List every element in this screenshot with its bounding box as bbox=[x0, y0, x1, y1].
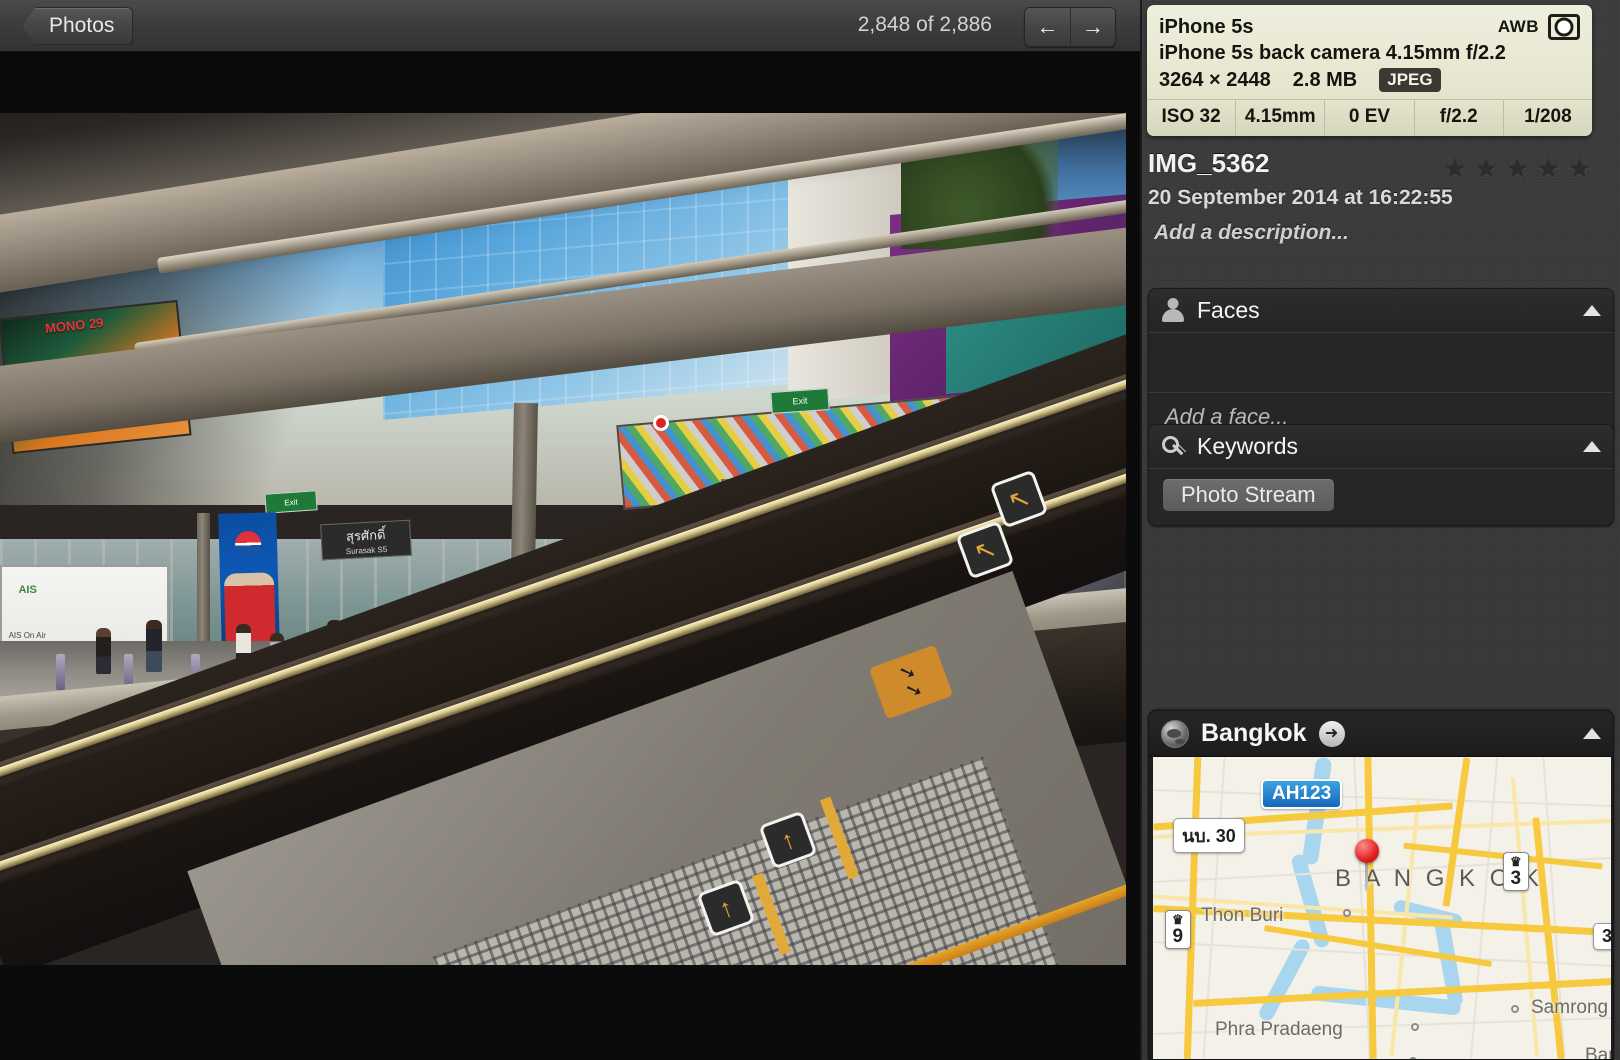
map-label-bang: Bang bbox=[1585, 1045, 1611, 1060]
keywords-disclosure-triangle-icon[interactable] bbox=[1583, 441, 1601, 452]
photo-station-name-sign: สุรศักดิ์ Surasak S5 bbox=[320, 519, 412, 561]
map-poi-phra-pradaeng bbox=[1411, 1023, 1419, 1031]
exif-shutter: 1/208 bbox=[1502, 100, 1592, 136]
info-inspector-panel: iPhone 5s AWB iPhone 5s back camera 4.15… bbox=[1140, 0, 1620, 1060]
map-poi-samrong bbox=[1511, 1005, 1519, 1013]
description-input[interactable]: Add a description... bbox=[1154, 221, 1616, 245]
exif-exposure: 0 EV bbox=[1324, 100, 1413, 136]
map-shield-ah123: AH123 bbox=[1261, 779, 1343, 809]
faces-panel: Faces Add a face... bbox=[1148, 288, 1614, 442]
map-shield-hwy-9: ♛ 9 bbox=[1165, 910, 1191, 949]
photo-exit-sign-text: Exit bbox=[283, 497, 298, 508]
map-shield-number-3: 3 bbox=[1510, 867, 1522, 889]
faces-panel-title: Faces bbox=[1197, 297, 1260, 323]
photo-ais-subtext: AIS On Air bbox=[8, 630, 46, 640]
faces-empty-slot[interactable] bbox=[1149, 333, 1613, 393]
map-label-phra-pradaeng: Phra Pradaeng bbox=[1215, 1019, 1343, 1040]
white-balance-label: AWB bbox=[1497, 17, 1539, 36]
photo-station-name-en: Surasak S5 bbox=[345, 544, 388, 557]
photo-exit-sign-upper: Exit bbox=[770, 387, 830, 414]
photo-date: 20 September 2014 at 16:22:55 bbox=[1148, 186, 1453, 209]
photo-person-1 bbox=[95, 628, 111, 675]
navigation-buttons: ← → bbox=[1024, 7, 1116, 47]
map-minor-road-7 bbox=[1469, 757, 1499, 1059]
keywords-panel-body: Photo Stream bbox=[1149, 469, 1613, 525]
faces-panel-header[interactable]: Faces bbox=[1149, 289, 1613, 333]
photo-pepsi-logo bbox=[234, 531, 262, 558]
photo-counter: 2,848 of 2,886 bbox=[857, 13, 992, 36]
exif-row: ISO 32 4.15mm 0 EV f/2.2 1/208 bbox=[1147, 99, 1592, 136]
next-photo-button[interactable]: → bbox=[1070, 8, 1115, 46]
camera-metadata-badge: iPhone 5s AWB iPhone 5s back camera 4.15… bbox=[1147, 5, 1592, 136]
map-canvas[interactable]: B A N G K O K Thon Buri Phra Pradaeng Sa… bbox=[1153, 757, 1611, 1060]
map-location-name: Bangkok bbox=[1201, 719, 1307, 747]
file-format-badge: JPEG bbox=[1379, 68, 1441, 92]
camera-icon bbox=[1548, 14, 1580, 40]
photo-exit-sign-upper-text: Exit bbox=[792, 395, 809, 407]
photo-stage: MONO 29 The Legend of Chun-Li Exit Exit bbox=[0, 52, 1140, 1060]
exif-iso: ISO 32 bbox=[1161, 106, 1221, 127]
map-location-pin[interactable] bbox=[1355, 839, 1379, 863]
previous-photo-button[interactable]: ← bbox=[1025, 8, 1070, 46]
file-size: 2.8 MB bbox=[1292, 68, 1358, 91]
map-secondary-road-3 bbox=[1389, 797, 1421, 1057]
map-shield-glyph-9: ♛ bbox=[1172, 912, 1184, 927]
star-rating[interactable]: ★★★★★ bbox=[1442, 152, 1598, 185]
map-shield-edge-33: 33 bbox=[1593, 923, 1611, 950]
key-icon bbox=[1161, 435, 1185, 459]
photo-pillar-left bbox=[197, 513, 211, 642]
photo-exit-sign: Exit bbox=[263, 490, 318, 514]
exif-aperture: f/2.2 bbox=[1413, 100, 1503, 136]
photo-arrow-tile-glyph-2: ↖ bbox=[1003, 481, 1034, 517]
person-icon bbox=[1161, 298, 1185, 324]
arrow-right-icon: → bbox=[1082, 14, 1104, 39]
photo-ais-brand: AIS bbox=[18, 583, 37, 596]
photo-barrier-1 bbox=[56, 654, 66, 691]
keywords-panel-header[interactable]: Keywords bbox=[1149, 425, 1613, 469]
image-dimensions: 3264 × 2448 bbox=[1159, 68, 1271, 91]
camera-model-row: iPhone 5s AWB bbox=[1147, 14, 1592, 42]
map-goto-arrow-icon[interactable]: ➜ bbox=[1318, 720, 1345, 747]
photo-person-2 bbox=[146, 619, 163, 672]
map-shield-glyph-3: ♛ bbox=[1510, 854, 1522, 869]
photo-arrow-tile-glyph-3: ↑ bbox=[776, 823, 799, 857]
top-toolbar: Photos 2,848 of 2,886 ← → bbox=[0, 0, 1140, 52]
photo-arrow-tile-glyph-1: ↖ bbox=[969, 532, 1001, 568]
camera-model: iPhone 5s bbox=[1159, 15, 1254, 38]
map-label-samrong: Samrong bbox=[1531, 997, 1609, 1018]
keyword-chip[interactable]: Photo Stream bbox=[1163, 479, 1334, 511]
photo-image[interactable]: MONO 29 The Legend of Chun-Li Exit Exit bbox=[0, 113, 1126, 965]
location-map-panel: Bangkok ➜ B A N G K O K Thon Buri Phra P… bbox=[1148, 710, 1614, 1060]
map-panel-header[interactable]: Bangkok ➜ bbox=[1149, 711, 1613, 757]
map-shield-number-9: 9 bbox=[1172, 925, 1184, 947]
photo-station-name-th: สุรศักดิ์ bbox=[345, 526, 386, 544]
photo-arrow-tile-glyph-4: ↑ bbox=[714, 891, 738, 925]
file-info-row: 3264 × 2448 2.8 MB JPEG bbox=[1147, 68, 1592, 99]
photo-title-block: IMG_5362 ★★★★★ 20 September 2014 at 16:2… bbox=[1148, 148, 1616, 245]
map-shield-nb30: นบ. 30 bbox=[1173, 818, 1245, 853]
map-poi-thon-buri bbox=[1343, 909, 1351, 917]
globe-icon bbox=[1161, 719, 1189, 748]
photo-arrow-glyph-b: ➘ bbox=[902, 677, 926, 705]
lens-info: iPhone 5s back camera 4.15mm f/2.2 bbox=[1159, 42, 1506, 64]
back-button-label: Photos bbox=[49, 14, 115, 37]
map-disclosure-triangle-icon[interactable] bbox=[1583, 728, 1601, 739]
map-label-thon-buri: Thon Buri bbox=[1201, 905, 1284, 926]
keywords-panel-title: Keywords bbox=[1197, 433, 1298, 459]
photos-app-window: Photos 2,848 of 2,886 ← → MONO 29 The Le… bbox=[0, 0, 1620, 1060]
photo-mural-stop-1 bbox=[653, 414, 670, 431]
map-shield-hwy-3: ♛ 3 bbox=[1503, 852, 1529, 891]
keywords-panel: Keywords Photo Stream bbox=[1148, 424, 1614, 526]
exif-focal: 4.15mm bbox=[1235, 100, 1324, 136]
faces-disclosure-triangle-icon[interactable] bbox=[1583, 305, 1601, 316]
arrow-left-icon: ← bbox=[1036, 14, 1059, 39]
back-to-photos-button[interactable]: Photos bbox=[22, 7, 134, 45]
